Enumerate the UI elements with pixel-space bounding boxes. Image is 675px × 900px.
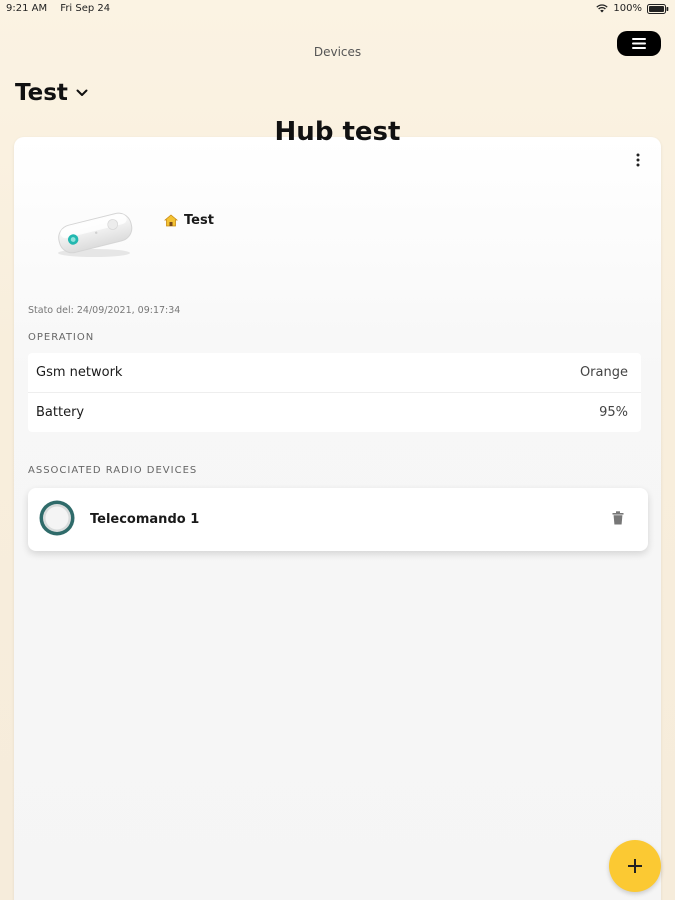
location-name: Test	[15, 80, 68, 106]
radio-device-name: Telecomando 1	[90, 512, 200, 527]
operation-value: 95%	[599, 405, 628, 420]
hub-title: Hub test	[274, 117, 401, 147]
chevron-down-icon	[76, 89, 88, 96]
operation-label: Gsm network	[36, 365, 123, 380]
plus-icon	[628, 859, 642, 873]
battery-icon	[647, 3, 669, 14]
location-selector[interactable]: Test	[15, 80, 88, 106]
operation-row-battery: Battery 95%	[28, 393, 641, 432]
delete-device-button[interactable]	[612, 510, 624, 529]
remote-control-icon	[38, 499, 76, 541]
device-name: Test	[184, 213, 214, 228]
menu-button[interactable]	[617, 31, 661, 56]
operation-label: Battery	[36, 405, 85, 420]
more-options-button[interactable]	[633, 151, 643, 169]
radio-device-item[interactable]: Telecomando 1	[28, 488, 648, 551]
status-bar: 9:21 AM Fri Sep 24 100%	[0, 0, 675, 18]
operation-value: Orange	[579, 365, 628, 380]
status-time: 9:21 AM	[6, 3, 48, 14]
wifi-icon	[596, 4, 609, 13]
status-left: 9:21 AM Fri Sep 24	[6, 3, 120, 14]
status-timestamp: Stato del: 24/09/2021, 09:17:34	[28, 305, 181, 316]
more-vertical-icon	[636, 153, 640, 167]
add-device-button[interactable]	[609, 840, 661, 892]
operation-section-title: OPERATION	[28, 332, 95, 343]
status-right: 100%	[596, 3, 669, 14]
hub-device-image	[52, 203, 138, 265]
battery-percent: 100%	[613, 3, 642, 14]
hamburger-icon	[632, 38, 646, 49]
house-icon	[164, 214, 178, 227]
nav-title: Devices	[313, 45, 362, 59]
radio-devices-section-title: ASSOCIATED RADIO DEVICES	[28, 465, 198, 476]
operation-row-gsm: Gsm network Orange	[28, 353, 641, 393]
status-date: Fri Sep 24	[60, 3, 111, 14]
trash-icon	[612, 511, 624, 525]
hub-card: Test Stato del: 24/09/2021, 09:17:34 OPE…	[14, 137, 661, 900]
device-label: Test	[164, 213, 214, 228]
operation-list: Gsm network Orange Battery 95%	[28, 353, 641, 432]
